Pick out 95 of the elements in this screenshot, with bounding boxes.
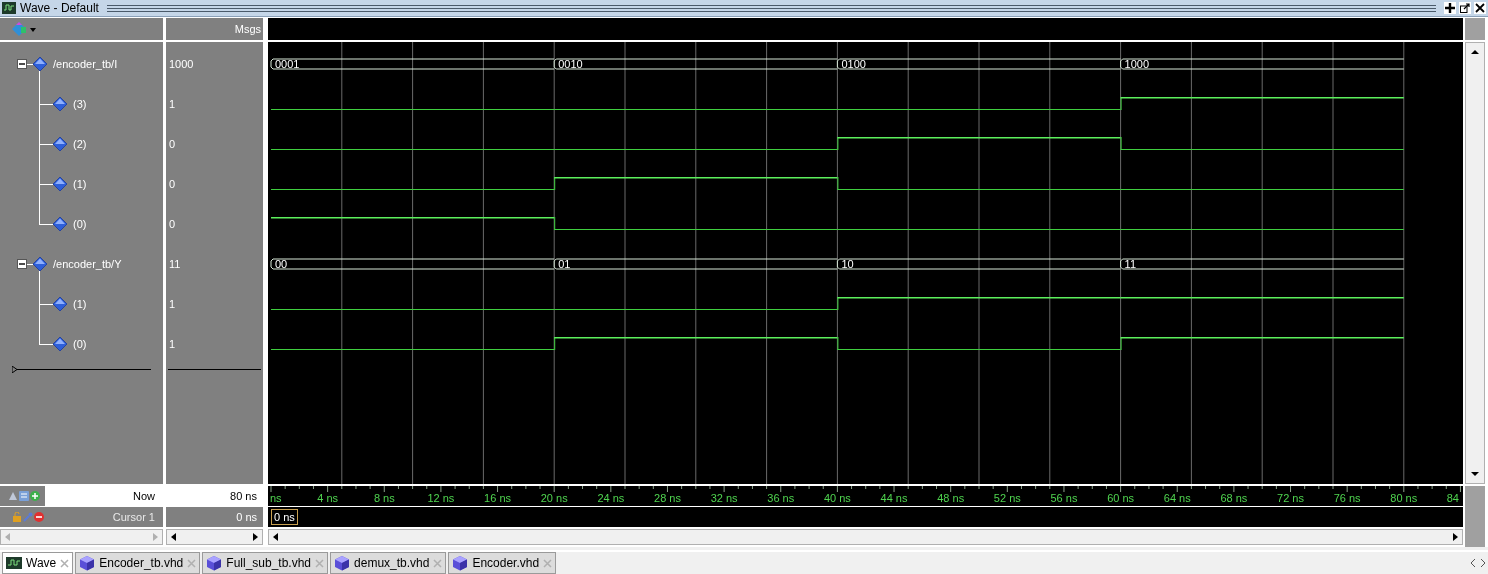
time-label: 28 ns (654, 492, 681, 504)
bus-value: 00 (275, 258, 288, 270)
tab-scroll-icon[interactable] (1468, 556, 1488, 570)
vertical-scrollbar[interactable] (1465, 42, 1485, 484)
undock-icon[interactable] (1459, 2, 1471, 14)
tree-expander[interactable] (17, 259, 27, 269)
tab-label: Wave (26, 555, 57, 572)
tree-line (39, 124, 53, 164)
cube-icon (206, 555, 223, 571)
time-label: 12 ns (427, 492, 455, 504)
remove-icon[interactable] (34, 512, 44, 522)
signal-icon (53, 337, 67, 351)
signal-value: 1 (169, 96, 176, 112)
bus-value: 01 (558, 258, 571, 270)
bus-value: 11 (1124, 258, 1136, 270)
signal-name[interactable]: (0) (73, 335, 87, 353)
window-title: Wave - Default (20, 0, 99, 17)
time-label: 20 ns (540, 492, 568, 504)
signal-name[interactable]: (0) (73, 215, 87, 233)
tab-label: demux_tb.vhd (354, 555, 430, 572)
signal-name[interactable]: /encoder_tb/I (53, 55, 118, 73)
signal-value: 1 (169, 336, 176, 352)
signal-name[interactable]: (1) (73, 175, 87, 193)
signal-name[interactable]: /encoder_tb/Y (53, 255, 122, 273)
signal-icon (53, 137, 67, 151)
cursor-time-label[interactable]: 0 ns (271, 509, 298, 525)
time-label: 68 ns (1220, 492, 1248, 504)
wave-display[interactable]: 0001 0010 0100 1000 00 01 10 11 (268, 42, 1463, 484)
time-label: 36 ns (767, 492, 795, 504)
tab[interactable]: demux_tb.vhd (330, 552, 447, 574)
cursor-value: 0 ns (166, 507, 263, 527)
bus-value: 0001 (275, 58, 300, 70)
wave-window-icon (6, 557, 22, 569)
scrollbar-corner (1465, 486, 1485, 547)
time-label: 32 ns (710, 492, 738, 504)
time-label: 84 (1446, 492, 1459, 504)
signal-name[interactable]: (2) (73, 135, 87, 153)
signal-value: 0 (169, 216, 176, 232)
bus-value: 10 (841, 258, 854, 270)
signal-icon (53, 297, 67, 311)
signal-value: 0 (169, 176, 176, 192)
bus-value: 0100 (841, 58, 866, 70)
time-label: 64 ns (1163, 492, 1191, 504)
cursor-name: Cursor 1 (111, 510, 156, 525)
time-label: 40 ns (823, 492, 851, 504)
signal-icon (53, 177, 67, 191)
scrollbar-corner (1465, 18, 1485, 40)
tab-label: Encoder.vhd (472, 555, 540, 572)
bus-value: 0010 (558, 58, 583, 70)
time-label: 48 ns (937, 492, 965, 504)
time-label: 56 ns (1050, 492, 1078, 504)
tab[interactable]: Full_sub_tb.vhd (202, 552, 329, 574)
time-label: 76 ns (1333, 492, 1361, 504)
add-signal-icon[interactable] (12, 22, 36, 36)
column-header: Msgs (234, 21, 261, 37)
time-label: 4 ns (317, 492, 339, 504)
signal-icon (33, 257, 47, 271)
time-label: 8 ns (373, 492, 395, 504)
signal-icon (53, 97, 67, 111)
time-label: ns (270, 492, 282, 504)
cursor-icon[interactable] (8, 491, 18, 501)
signal-name[interactable]: (3) (73, 95, 87, 113)
tab[interactable]: Wave (2, 552, 74, 574)
add-icon[interactable] (30, 491, 40, 501)
time-label: 72 ns (1277, 492, 1304, 504)
tab-label: Full_sub_tb.vhd (226, 555, 312, 572)
signal-value: 11 (169, 256, 181, 272)
time-label: 24 ns (597, 492, 625, 504)
time-label: 52 ns (993, 492, 1021, 504)
signal-icon (33, 57, 47, 71)
time-label: 16 ns (484, 492, 511, 504)
cursor-list-icon[interactable] (19, 491, 29, 501)
time-label: 60 ns (1107, 492, 1135, 504)
horizontal-scrollbar[interactable] (166, 529, 263, 545)
tab-label: Encoder_tb.vhd (99, 555, 184, 572)
signal-value: 0 (169, 136, 176, 152)
tree-expander[interactable] (17, 59, 27, 69)
close-icon[interactable] (1474, 2, 1486, 14)
tab[interactable]: Encoder.vhd (448, 552, 557, 574)
time-label: 44 ns (880, 492, 908, 504)
bus-value: 1000 (1124, 58, 1150, 70)
time-label: 80 ns (1390, 492, 1418, 504)
cube-icon (79, 555, 96, 571)
cube-icon (334, 555, 351, 571)
signal-icon (53, 217, 67, 231)
minus-icon (19, 61, 25, 67)
wave-window-icon (2, 2, 16, 14)
signal-name[interactable]: (1) (73, 295, 87, 313)
signal-value: 1000 (169, 56, 194, 72)
minus-icon (19, 261, 25, 267)
tab[interactable]: Encoder_tb.vhd (75, 552, 201, 574)
horizontal-scrollbar[interactable] (268, 529, 1463, 545)
plus-icon[interactable] (1444, 2, 1456, 14)
cube-icon (452, 555, 469, 571)
signal-value: 1 (169, 296, 176, 312)
